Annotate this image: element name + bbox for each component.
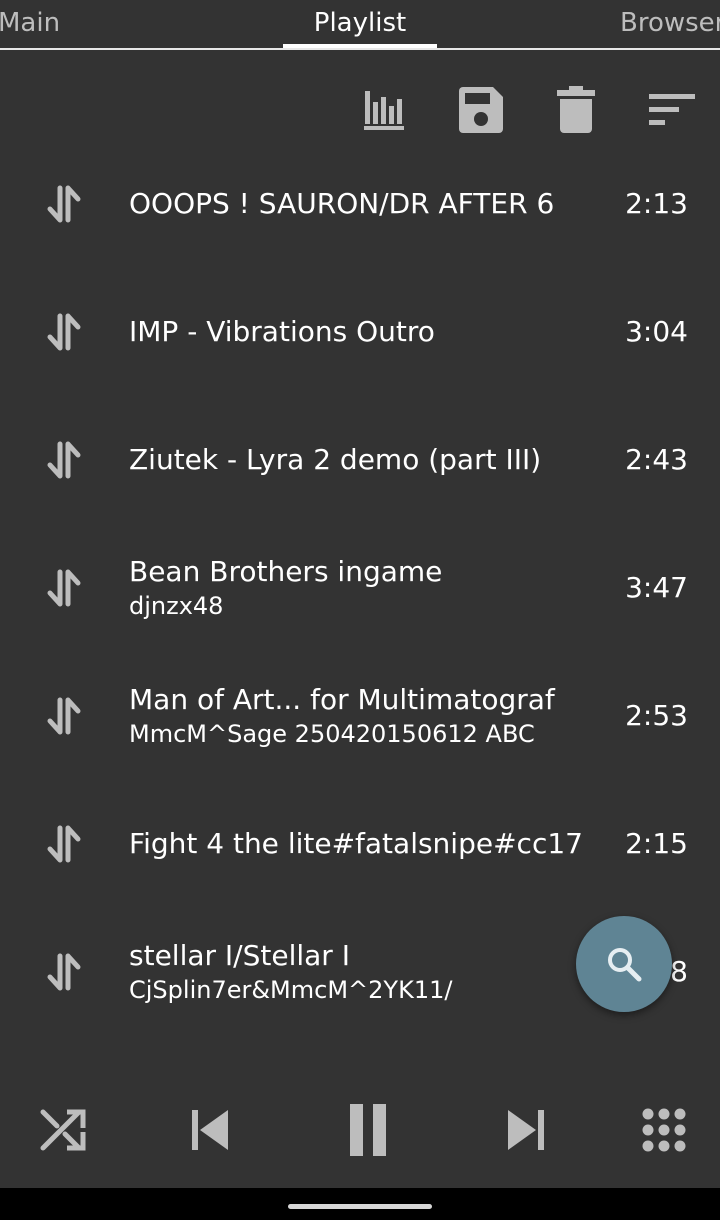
save-playlist-button[interactable] [450, 80, 510, 140]
playlist-item-texts: OOOPS ! SAURON/DR AFTER 6 [129, 140, 599, 268]
playlist-item[interactable]: Man of Art... for Multimatograf MmcM^Sag… [0, 652, 720, 780]
playlist-item[interactable]: Fight 4 the lite#fatalsnipe#cc17 2:15 [0, 780, 720, 908]
drag-handle-icon[interactable] [40, 948, 88, 996]
track-title: Fight 4 the lite#fatalsnipe#cc17 [129, 827, 583, 860]
dialpad-button[interactable] [632, 1098, 696, 1162]
sort-button[interactable] [642, 80, 702, 140]
track-duration: 2:43 [625, 443, 688, 476]
sort-icon [649, 94, 695, 125]
track-title: Bean Brothers ingame [129, 555, 443, 588]
pause-button[interactable] [336, 1098, 400, 1162]
track-duration: 2:53 [625, 699, 688, 732]
playback-controls [0, 1070, 720, 1188]
tab-bar: Main Playlist Browser [0, 0, 720, 50]
playlist-item[interactable]: OOOPS ! SAURON/DR AFTER 6 2:13 [0, 140, 720, 268]
playlist-item-texts: Ziutek - Lyra 2 demo (part III) [129, 396, 599, 524]
track-author: djnzx48 [129, 592, 224, 620]
shuffle-button[interactable] [32, 1098, 96, 1162]
playlist-item-texts: Man of Art... for Multimatograf MmcM^Sag… [129, 652, 599, 780]
shuffle-icon [40, 1109, 86, 1151]
save-icon [459, 87, 503, 133]
previous-icon [192, 1110, 228, 1150]
track-author: CjSplin7er&MmcM^2YK11/ [129, 976, 453, 1004]
system-navigation-bar [0, 1188, 720, 1220]
tab-playlist[interactable]: Playlist [283, 6, 437, 40]
equalizer-button[interactable] [355, 80, 415, 140]
playlist-item-texts: Bean Brothers ingame djnzx48 [129, 524, 599, 652]
playlist-item-texts: IMP - Vibrations Outro [129, 268, 599, 396]
playlist-item[interactable]: Bean Brothers ingame djnzx48 3:47 [0, 524, 720, 652]
track-title: OOOPS ! SAURON/DR AFTER 6 [129, 187, 555, 220]
next-icon [508, 1110, 544, 1150]
track-title: stellar I/Stellar I [129, 939, 350, 972]
drag-handle-icon[interactable] [40, 564, 88, 612]
delete-icon [557, 86, 595, 133]
next-track-button[interactable] [496, 1098, 560, 1162]
track-title: Ziutek - Lyra 2 demo (part III) [129, 443, 542, 476]
drag-handle-icon[interactable] [40, 436, 88, 484]
track-duration: 2:13 [625, 187, 688, 220]
track-title: Man of Art... for Multimatograf [129, 683, 555, 716]
track-duration: 3:47 [625, 571, 688, 604]
track-duration: 8 [670, 955, 688, 988]
playlist-item[interactable]: IMP - Vibrations Outro 3:04 [0, 268, 720, 396]
previous-track-button[interactable] [176, 1098, 240, 1162]
equalizer-icon [364, 91, 404, 130]
search-icon [608, 948, 642, 982]
delete-playlist-button[interactable] [546, 80, 606, 140]
tab-browser[interactable]: Browser [620, 6, 720, 40]
pause-icon [350, 1104, 386, 1156]
drag-handle-icon[interactable] [40, 180, 88, 228]
drag-handle-icon[interactable] [40, 820, 88, 868]
dialpad-icon [642, 1108, 686, 1152]
track-title: IMP - Vibrations Outro [129, 315, 435, 348]
active-tab-indicator [283, 44, 437, 48]
playlist-item-texts: stellar I/Stellar I CjSplin7er&MmcM^2YK1… [129, 908, 599, 1036]
drag-handle-icon[interactable] [40, 692, 88, 740]
track-duration: 3:04 [625, 315, 688, 348]
track-duration: 2:15 [625, 827, 688, 860]
playlist-item-texts: Fight 4 the lite#fatalsnipe#cc17 [129, 780, 599, 908]
track-author: MmcM^Sage 250420150612 ABC [129, 720, 535, 748]
drag-handle-icon[interactable] [40, 308, 88, 356]
home-gesture-handle[interactable] [288, 1204, 432, 1209]
tab-main[interactable]: Main [0, 6, 60, 40]
playlist-item[interactable]: Ziutek - Lyra 2 demo (part III) 2:43 [0, 396, 720, 524]
search-fab-button[interactable] [576, 916, 672, 1012]
